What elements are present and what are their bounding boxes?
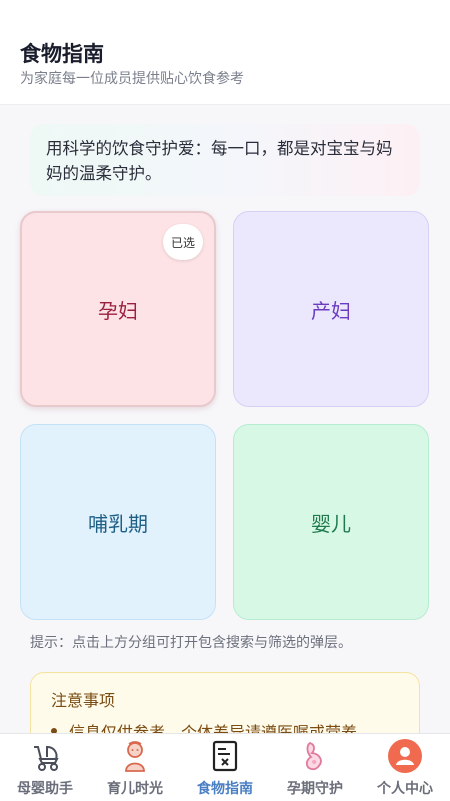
page-header: 食物指南 为家庭每一位成员提供贴心饮食参考 (0, 0, 450, 105)
hint-text: 提示：点击上方分组可打开包含搜索与筛选的弹层。 (30, 635, 352, 651)
tab-personal-center[interactable]: 个人中心 (360, 734, 450, 801)
group-card-infant[interactable]: 婴儿 (233, 424, 429, 620)
group-card-lactation[interactable]: 哺乳期 (20, 424, 216, 620)
group-label-postpartum: 产妇 (311, 298, 351, 323)
user-icon (387, 738, 423, 774)
slogan-banner: 用科学的饮食守护爱：每一口，都是对宝宝与妈妈的温柔守护。 (30, 124, 420, 196)
tab-label: 个人中心 (377, 781, 433, 797)
tab-label: 食物指南 (197, 781, 253, 797)
tab-mother-baby-assistant[interactable]: 母婴助手 (0, 734, 90, 801)
group-card-pregnant[interactable]: 已选 孕妇 (20, 211, 216, 407)
notice-title: 注意事项 (51, 691, 116, 710)
group-card-postpartum[interactable]: 产妇 (233, 211, 429, 407)
baby-icon (117, 738, 153, 774)
page-title: 食物指南 (20, 42, 104, 66)
tab-pregnancy-care[interactable]: 孕期守护 (270, 734, 360, 801)
group-label-infant: 婴儿 (311, 511, 351, 536)
tab-parenting-time[interactable]: 育儿时光 (90, 734, 180, 801)
tab-label: 母婴助手 (17, 781, 73, 797)
bottom-tab-bar: 母婴助手 育儿时光 食物指南 孕期守护 个人中心 (0, 733, 450, 801)
tab-food-guide[interactable]: 食物指南 (180, 734, 270, 801)
tab-label: 育儿时光 (107, 781, 163, 797)
page-subtitle: 为家庭每一位成员提供贴心饮食参考 (20, 71, 244, 87)
selected-badge: 已选 (163, 224, 203, 260)
pregnancy-icon (297, 738, 333, 774)
food-guide-icon (207, 738, 243, 774)
tab-label: 孕期守护 (287, 781, 343, 797)
group-label-pregnant: 孕妇 (98, 298, 138, 323)
stroller-icon (27, 738, 63, 774)
group-label-lactation: 哺乳期 (88, 511, 148, 536)
